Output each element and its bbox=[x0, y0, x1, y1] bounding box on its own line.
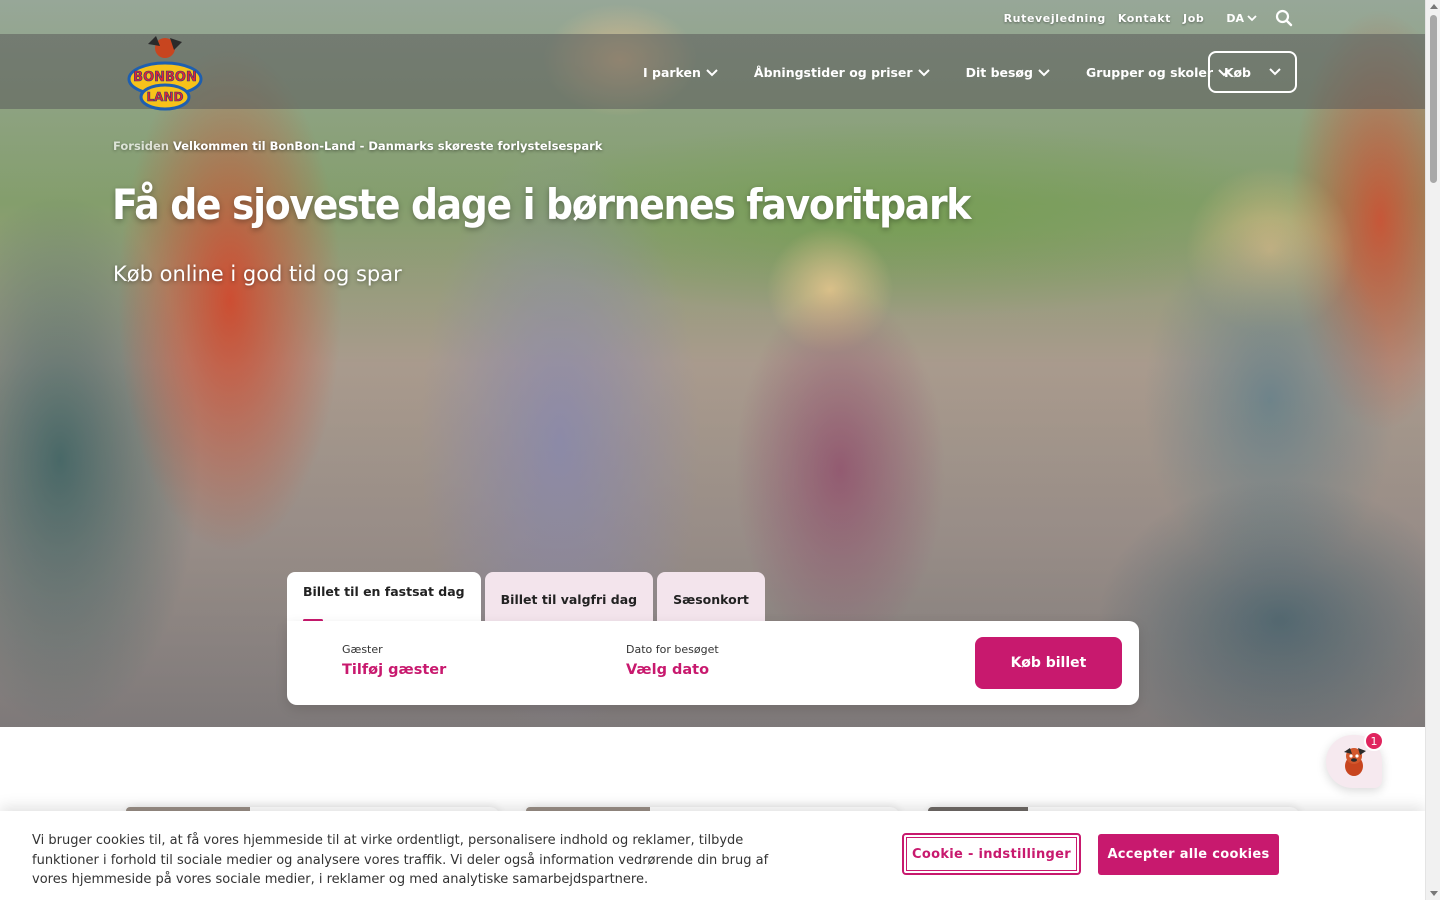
utility-bar: Rutevejledning Kontakt Job DA bbox=[0, 0, 1425, 34]
logo-text-bottom: LAND bbox=[147, 90, 184, 104]
guests-label: Gæster bbox=[342, 643, 383, 656]
utility-link-route[interactable]: Rutevejledning bbox=[1004, 12, 1106, 25]
tab-season-pass[interactable]: Sæsonkort bbox=[657, 572, 765, 621]
utility-links: Rutevejledning Kontakt Job DA bbox=[1004, 9, 1293, 27]
date-label: Dato for besøget bbox=[626, 643, 719, 656]
booking-panel: Gæster Tilføj gæster Dato for besøget Væ… bbox=[287, 621, 1139, 705]
notification-badge: 1 bbox=[1364, 731, 1384, 751]
utility-link-job[interactable]: Job bbox=[1183, 12, 1204, 25]
buy-menu-label: Køb bbox=[1223, 64, 1251, 80]
search-icon[interactable] bbox=[1275, 9, 1293, 27]
nav-item-label: Grupper og skoler bbox=[1085, 65, 1214, 80]
utility-link-contact[interactable]: Kontakt bbox=[1118, 12, 1171, 25]
main-navigation: BONBON LAND I parken Åbningstider og pri… bbox=[0, 34, 1425, 112]
nav-item-dit-besog[interactable]: Dit besøg bbox=[966, 65, 1050, 80]
chevron-down-icon bbox=[1038, 68, 1050, 76]
date-field[interactable]: Dato for besøget Vælg dato bbox=[626, 643, 719, 678]
nav-item-abningstider[interactable]: Åbningstider og priser bbox=[754, 65, 930, 80]
breadcrumb: Forsiden Velkommen til BonBon-Land - Dan… bbox=[113, 139, 602, 153]
ticket-tabs: Billet til en fastsat dag Billet til val… bbox=[287, 572, 765, 622]
bonbon-land-logo[interactable]: BONBON LAND bbox=[126, 34, 204, 112]
scrollbar-thumb[interactable] bbox=[1430, 15, 1437, 183]
language-selector[interactable]: DA bbox=[1226, 12, 1257, 25]
mascot-dog-icon bbox=[1344, 747, 1366, 776]
guests-value: Tilføj gæster bbox=[342, 662, 447, 678]
guests-field[interactable]: Gæster Tilføj gæster bbox=[342, 643, 446, 678]
chevron-down-icon bbox=[706, 68, 718, 76]
nav-item-label: I parken bbox=[643, 65, 701, 80]
scroll-up-arrow-icon[interactable] bbox=[1430, 4, 1438, 9]
nav-item-label: Dit besøg bbox=[965, 65, 1033, 80]
scroll-down-arrow-icon[interactable] bbox=[1430, 891, 1438, 896]
nav-item-label: Åbningstider og priser bbox=[753, 65, 913, 80]
nav-item-i-parken[interactable]: I parken bbox=[643, 65, 718, 80]
buy-ticket-button[interactable]: Køb billet bbox=[975, 637, 1122, 689]
cookie-text: Vi bruger cookies til, at få vores hjemm… bbox=[32, 833, 769, 887]
language-label: DA bbox=[1226, 11, 1244, 25]
chevron-down-icon bbox=[1247, 14, 1257, 21]
buy-menu-button[interactable]: Køb bbox=[1208, 51, 1297, 93]
cookie-settings-button[interactable]: Cookie - indstillinger bbox=[902, 833, 1081, 875]
tab-optional-day[interactable]: Billet til valgfri dag bbox=[484, 572, 654, 621]
date-value: Vælg dato bbox=[626, 662, 710, 678]
hero-subtitle: Køb online i god tid og spar bbox=[113, 262, 402, 286]
nav-menu: I parken Åbningstider og priser Dit besø… bbox=[643, 65, 1266, 80]
page-title: Få de sjoveste dage i børnenes favoritpa… bbox=[112, 180, 971, 229]
breadcrumb-home[interactable]: Forsiden bbox=[113, 139, 169, 153]
tab-fixed-day[interactable]: Billet til en fastsat dag bbox=[287, 572, 481, 622]
scrollbar[interactable] bbox=[1425, 0, 1440, 900]
cookie-banner: Vi bruger cookies til, at få vores hjemm… bbox=[0, 811, 1425, 900]
breadcrumb-current: Velkommen til BonBon-Land - Danmarks skø… bbox=[172, 139, 603, 153]
chevron-down-icon bbox=[917, 68, 930, 76]
logo-text-top: BONBON bbox=[133, 70, 197, 85]
chevron-down-icon bbox=[1269, 68, 1281, 76]
accept-cookies-button[interactable]: Accepter alle cookies bbox=[1098, 834, 1279, 875]
